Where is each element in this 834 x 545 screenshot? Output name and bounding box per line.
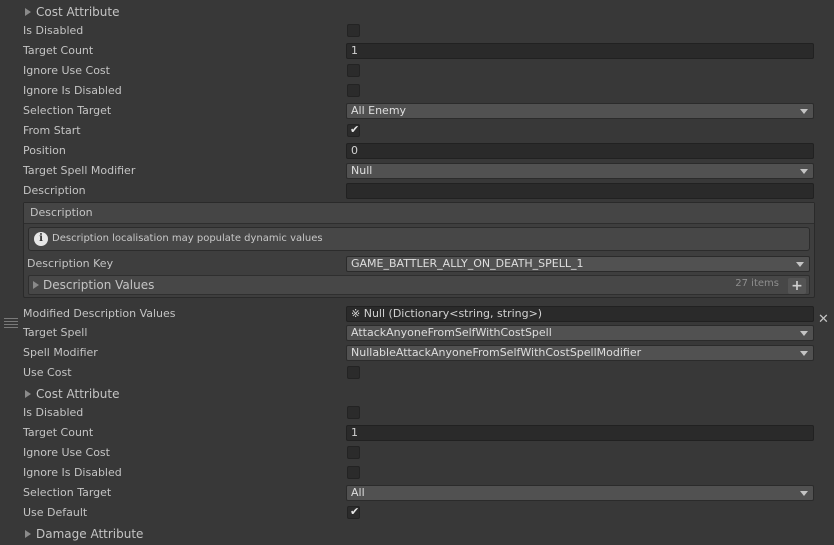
description-panel-header: Description — [24, 203, 814, 224]
modified-description-values-row: Modified Description Values ※ Null (Dict… — [0, 304, 834, 324]
use-cost-checkbox[interactable] — [347, 366, 360, 379]
target-count-row: Target Count 1 — [0, 423, 834, 443]
is-disabled-row: Is Disabled — [0, 21, 834, 41]
description-key-label: Description Key — [27, 257, 114, 270]
cost-attribute-foldout[interactable]: Cost Attribute — [0, 384, 834, 404]
selection-target-dropdown[interactable]: All Enemy — [346, 103, 814, 119]
triangle-right-icon[interactable] — [25, 8, 31, 16]
target-spell-row: Target Spell AttackAnyoneFromSelfWithCos… — [0, 323, 834, 343]
chevron-down-icon — [800, 491, 808, 496]
modified-description-values-field[interactable]: ※ Null (Dictionary<string, string>) — [346, 306, 814, 322]
info-text: Description localisation may populate dy… — [52, 233, 323, 244]
cost-attribute-label: Cost Attribute — [36, 387, 120, 401]
chevron-down-icon — [800, 331, 808, 336]
ignore-use-cost-row: Ignore Use Cost — [0, 61, 834, 81]
ignore-use-cost-row: Ignore Use Cost — [0, 443, 834, 463]
ignore-use-cost-checkbox[interactable] — [347, 64, 360, 77]
ignore-is-disabled-label: Ignore Is Disabled — [23, 84, 122, 97]
description-panel: Description i Description localisation m… — [23, 202, 815, 298]
chevron-down-icon — [800, 351, 808, 356]
target-count-row: Target Count 1 — [0, 41, 834, 61]
description-key-dropdown[interactable]: GAME_BATTLER_ALLY_ON_DEATH_SPELL_1 — [346, 256, 810, 272]
target-spell-modifier-dropdown[interactable]: Null — [346, 163, 814, 179]
ignore-is-disabled-checkbox[interactable] — [347, 466, 360, 479]
use-cost-label: Use Cost — [23, 366, 72, 379]
ignore-is-disabled-label: Ignore Is Disabled — [23, 466, 122, 479]
chevron-down-icon — [796, 262, 804, 267]
description-values-label: Description Values — [43, 278, 155, 292]
info-icon: i — [34, 232, 48, 246]
spell-modifier-dropdown[interactable]: NullableAttackAnyoneFromSelfWithCostSpel… — [346, 345, 814, 361]
info-box: i Description localisation may populate … — [28, 227, 810, 251]
ignore-use-cost-label: Ignore Use Cost — [23, 446, 110, 459]
target-count-label: Target Count — [23, 44, 94, 57]
description-key-value: GAME_BATTLER_ALLY_ON_DEATH_SPELL_1 — [351, 257, 584, 270]
ignore-is-disabled-row: Ignore Is Disabled — [0, 463, 834, 483]
triangle-right-icon[interactable] — [25, 390, 31, 398]
damage-attribute-foldout[interactable]: Damage Attribute — [0, 524, 834, 544]
triangle-right-icon[interactable] — [25, 530, 31, 538]
ignore-is-disabled-checkbox[interactable] — [347, 84, 360, 97]
use-default-checkbox[interactable]: ✔ — [347, 505, 360, 519]
target-spell-dropdown[interactable]: AttackAnyoneFromSelfWithCostSpell — [346, 325, 814, 341]
target-spell-modifier-label: Target Spell Modifier — [23, 164, 136, 177]
description-input[interactable] — [346, 183, 814, 199]
ignore-use-cost-label: Ignore Use Cost — [23, 64, 110, 77]
is-disabled-row: Is Disabled — [0, 403, 834, 423]
selection-target-row: Selection Target All Enemy — [0, 101, 834, 121]
position-row: Position 0 — [0, 141, 834, 161]
target-spell-label: Target Spell — [23, 326, 88, 339]
target-count-input[interactable]: 1 — [346, 425, 814, 441]
checkmark-icon: ✔ — [350, 505, 360, 518]
spell-modifier-row: Spell Modifier NullableAttackAnyoneFromS… — [0, 343, 834, 363]
target-count-input[interactable]: 1 — [346, 43, 814, 59]
from-start-checkbox[interactable]: ✔ — [347, 123, 360, 137]
description-values-count: 27 items — [735, 278, 779, 289]
position-label: Position — [23, 144, 66, 157]
selection-target-value: All — [351, 486, 365, 499]
spell-modifier-value: NullableAttackAnyoneFromSelfWithCostSpel… — [351, 346, 642, 359]
target-spell-modifier-value: Null — [351, 164, 373, 177]
target-spell-modifier-row: Target Spell Modifier Null — [0, 161, 834, 181]
position-input[interactable]: 0 — [346, 143, 814, 159]
checkmark-icon: ✔ — [350, 123, 360, 136]
use-default-row: Use Default ✔ — [0, 503, 834, 523]
ignore-use-cost-checkbox[interactable] — [347, 446, 360, 459]
add-item-button[interactable]: + — [788, 278, 806, 294]
selection-target-row: Selection Target All — [0, 483, 834, 503]
target-spell-value: AttackAnyoneFromSelfWithCostSpell — [351, 326, 552, 339]
description-row: Description — [0, 181, 834, 201]
is-disabled-label: Is Disabled — [23, 406, 84, 419]
triangle-right-icon[interactable] — [33, 281, 39, 289]
description-panel-title: Description — [30, 206, 93, 219]
cost-attribute-label: Cost Attribute — [36, 5, 120, 19]
damage-attribute-label: Damage Attribute — [36, 527, 144, 541]
from-start-row: From Start ✔ — [0, 121, 834, 141]
cost-attribute-foldout[interactable]: Cost Attribute — [0, 2, 834, 22]
chevron-down-icon — [800, 109, 808, 114]
selection-target-dropdown[interactable]: All — [346, 485, 814, 501]
selection-target-value: All Enemy — [351, 104, 407, 117]
description-key-row: Description Key GAME_BATTLER_ALLY_ON_DEA… — [24, 254, 814, 274]
ignore-is-disabled-row: Ignore Is Disabled — [0, 81, 834, 101]
from-start-label: From Start — [23, 124, 81, 137]
modified-description-values-label: Modified Description Values — [23, 307, 176, 320]
target-count-label: Target Count — [23, 426, 94, 439]
use-cost-row: Use Cost — [0, 363, 834, 383]
description-values-list[interactable]: Description Values 27 items + — [28, 275, 810, 295]
selection-target-label: Selection Target — [23, 104, 112, 117]
is-disabled-checkbox[interactable] — [347, 24, 360, 37]
use-default-label: Use Default — [23, 506, 88, 519]
chevron-down-icon — [800, 169, 808, 174]
spell-modifier-label: Spell Modifier — [23, 346, 98, 359]
description-label: Description — [23, 184, 86, 197]
is-disabled-checkbox[interactable] — [347, 406, 360, 419]
is-disabled-label: Is Disabled — [23, 24, 84, 37]
selection-target-label: Selection Target — [23, 486, 112, 499]
